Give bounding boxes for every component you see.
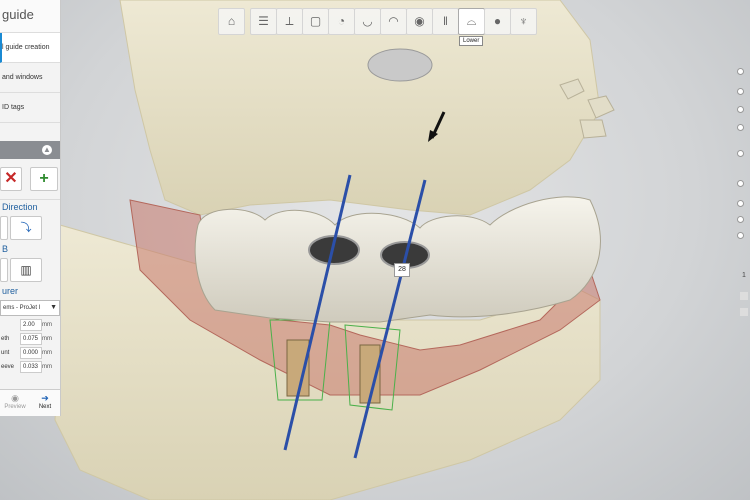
- lower-jaw-icon[interactable]: ◡: [354, 8, 381, 35]
- next-label: Next: [38, 404, 52, 410]
- param-value-input[interactable]: 0.000: [20, 347, 42, 359]
- single-tooth-icon[interactable]: ▢: [302, 8, 329, 35]
- crown-icon[interactable]: ◉: [406, 8, 433, 35]
- visibility-toggle[interactable]: [737, 68, 744, 75]
- implant-number-tag[interactable]: 28: [394, 263, 410, 277]
- param-value-input[interactable]: 0.033: [20, 361, 42, 373]
- param-value-input[interactable]: 0.075: [20, 333, 42, 345]
- visibility-toggle[interactable]: [737, 180, 744, 187]
- visibility-toggle[interactable]: [737, 200, 744, 207]
- tooth-scan-icon[interactable]: ◔: [328, 8, 355, 35]
- param-label: unt: [1, 350, 10, 356]
- arrow-right-icon: ➔: [41, 393, 49, 403]
- param-label: eeve: [1, 364, 15, 370]
- top-toolbar: ⌂ ☰ ⟂ ▢ ◔ ◡ ◠ ◉ ‖ ⌓ ● ♆: [218, 8, 538, 35]
- next-button[interactable]: ➔ Next: [30, 390, 60, 416]
- home-icon[interactable]: ⌂: [218, 8, 245, 35]
- implant-icon[interactable]: ‖: [432, 8, 459, 35]
- add-icon[interactable]: +: [30, 167, 58, 191]
- preview-button[interactable]: ◉ Preview: [0, 390, 30, 416]
- sleeve-button-1[interactable]: [0, 258, 8, 282]
- set-direction-icon[interactable]: ⤵: [10, 216, 42, 240]
- right-visibility-bar: 1: [736, 60, 750, 330]
- left-panel: guide l guide creation and windows ID ta…: [0, 0, 61, 416]
- param-row: unt 0.000 mm: [0, 346, 60, 360]
- sleeve-icon[interactable]: ▥: [10, 258, 42, 282]
- panel-title: guide: [0, 0, 60, 33]
- visibility-toggle[interactable]: [737, 124, 744, 131]
- jaw-3d-scene[interactable]: [0, 0, 750, 500]
- manufacturer-value: ems - ProJet I: [3, 305, 41, 311]
- sphere-icon[interactable]: ●: [484, 8, 511, 35]
- tooth-outline-icon[interactable]: ♆: [510, 8, 537, 35]
- section-header-bar[interactable]: ▲: [0, 141, 60, 159]
- tree-icon[interactable]: ⟂: [276, 8, 303, 35]
- step-id-tags[interactable]: ID tags: [0, 93, 60, 123]
- delete-icon[interactable]: ✕: [0, 167, 22, 191]
- sleeve-buttons: ▥: [0, 256, 60, 284]
- chevron-down-icon[interactable]: ▼: [50, 301, 57, 315]
- wizard-nav: ◉ Preview ➔ Next: [0, 389, 60, 416]
- direction-button-1[interactable]: [0, 216, 8, 240]
- visibility-toggle[interactable]: [737, 106, 744, 113]
- model-thumb-icon[interactable]: [740, 308, 748, 316]
- param-unit: mm: [42, 364, 52, 370]
- model-thumb-icon[interactable]: [740, 292, 748, 300]
- manufacturer-section-label: urer: [2, 286, 19, 296]
- lower-icon[interactable]: ⌓: [458, 8, 485, 35]
- param-unit: mm: [42, 336, 52, 342]
- b-section-label: B: [2, 244, 9, 254]
- gum-icon[interactable]: ◠: [380, 8, 407, 35]
- toolbar-tooltip: Lower: [459, 36, 484, 46]
- layer-marker[interactable]: 1: [740, 272, 748, 280]
- param-unit: mm: [42, 322, 52, 328]
- visibility-toggle[interactable]: [737, 216, 744, 223]
- param-row: eeve 0.033 mm: [0, 360, 60, 374]
- direction-section-label: Direction: [2, 202, 38, 212]
- action-row: ✕ +: [0, 159, 60, 199]
- eye-icon: ◉: [11, 393, 19, 403]
- bone-opening: [367, 48, 433, 82]
- step-windows[interactable]: and windows: [0, 63, 60, 93]
- chevron-up-icon[interactable]: ▲: [42, 145, 52, 155]
- 3d-viewport[interactable]: [0, 0, 750, 500]
- preview-label: Preview: [4, 404, 26, 410]
- step-guide-creation[interactable]: l guide creation: [0, 33, 60, 63]
- upper-tooth-3: [579, 119, 607, 139]
- param-value-input[interactable]: 2.00: [20, 319, 42, 331]
- param-label: eth: [1, 336, 10, 342]
- visibility-toggle[interactable]: [737, 232, 744, 239]
- param-row: eth 0.075 mm: [0, 332, 60, 346]
- direction-buttons: ⤵: [0, 214, 60, 242]
- visibility-toggle[interactable]: [737, 88, 744, 95]
- checklist-icon[interactable]: ☰: [250, 8, 277, 35]
- param-unit: mm: [42, 350, 52, 356]
- manufacturer-select[interactable]: ems - ProJet I ▼: [0, 300, 60, 316]
- param-row: 2.00 mm: [0, 318, 60, 332]
- visibility-toggle[interactable]: [737, 150, 744, 157]
